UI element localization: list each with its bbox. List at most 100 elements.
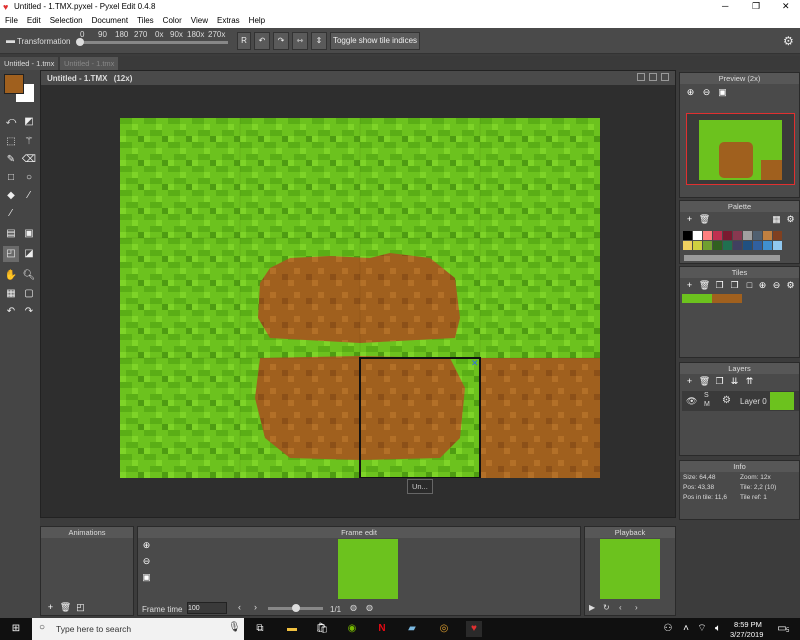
toggle-tile-indices-button[interactable]: Toggle show tile indices	[330, 32, 420, 50]
menu-document[interactable]: Document	[87, 14, 132, 25]
palette-swatch[interactable]	[743, 241, 752, 250]
tile-place-icon[interactable]: ▤	[3, 226, 19, 242]
frame-time-input[interactable]	[187, 602, 227, 614]
clock-time[interactable]: 8:59 PM	[734, 620, 762, 629]
palette-swatch[interactable]	[733, 241, 742, 250]
palette-settings-icon[interactable]: ⚙	[784, 213, 797, 226]
fill-bucket-icon[interactable]: ◆	[3, 188, 19, 204]
tile-grass[interactable]	[682, 294, 712, 303]
palette-scrollbar[interactable]	[684, 255, 780, 261]
frame-zoom-out-icon[interactable]: ⊖	[140, 555, 153, 568]
settings-gear-icon[interactable]: ⚙	[783, 34, 794, 48]
palette-swatch[interactable]	[683, 231, 692, 240]
palette-swatch[interactable]	[693, 241, 702, 250]
playback-next-icon[interactable]: ›	[635, 603, 638, 612]
prev-frame-icon[interactable]: ‹	[238, 602, 241, 612]
add-color-icon[interactable]: +	[683, 213, 696, 226]
palette-swatch[interactable]	[703, 241, 712, 250]
rotate-cw-icon[interactable]: ↷	[273, 32, 289, 50]
minimize-icon[interactable]: ─	[722, 1, 728, 11]
duplicate-layer-icon[interactable]: ❐	[713, 375, 726, 388]
next-frame-icon[interactable]: ›	[254, 602, 257, 612]
palette-swatch[interactable]	[743, 231, 752, 240]
menu-tiles[interactable]: Tiles	[132, 14, 158, 25]
tray-chevron-icon[interactable]: ˄	[678, 621, 694, 637]
palette-swatch[interactable]	[713, 241, 722, 250]
menu-file[interactable]: File	[0, 14, 22, 25]
palette-options-icon[interactable]: ▦	[770, 213, 783, 226]
rotation-slider-thumb[interactable]	[76, 38, 84, 46]
duplicate-tile-icon[interactable]: ❐	[713, 279, 726, 292]
pyxel-edit-taskbar-icon[interactable]: ♥	[466, 621, 482, 637]
doc-minimize-icon[interactable]	[637, 73, 645, 81]
palette-swatch[interactable]	[763, 241, 772, 250]
tilemap-canvas[interactable]: ✕	[120, 118, 600, 478]
copy-tile-icon[interactable]: ❐	[728, 279, 741, 292]
play-icon[interactable]: ▶	[589, 603, 595, 612]
tiles-zoom-in-icon[interactable]: ⊕	[756, 279, 769, 292]
rotation-slider-track[interactable]	[78, 41, 228, 44]
tile-frame-icon[interactable]: □	[743, 279, 756, 292]
tile-dirt[interactable]	[712, 294, 742, 303]
tile-stamp-icon[interactable]: ▣	[21, 226, 37, 242]
volume-icon[interactable]: 🔈︎	[710, 621, 726, 637]
notes-icon[interactable]: ▰	[404, 621, 420, 637]
fit-screen-icon[interactable]: ▢	[21, 286, 37, 302]
frame-fit-icon[interactable]: ▣	[140, 571, 153, 584]
pencil-tool-icon[interactable]: ✎	[3, 152, 19, 168]
menu-extras[interactable]: Extras	[212, 14, 244, 25]
tiles-settings-icon[interactable]: ⚙	[784, 279, 797, 292]
frame-zoom-in-icon[interactable]: ⊕	[140, 539, 153, 552]
ellipse-tool-icon[interactable]: ○	[21, 170, 37, 186]
menu-color[interactable]: Color	[158, 14, 186, 25]
eraser-tool-icon[interactable]: ⌫	[21, 152, 37, 168]
tab-document-active[interactable]: Untitled - 1.tmx	[0, 57, 59, 70]
layer-up-icon[interactable]: ⇈	[743, 375, 756, 388]
animation-select-icon[interactable]: ◰	[74, 601, 87, 614]
tile-pick-icon[interactable]: ◪	[21, 246, 37, 262]
tiles-zoom-out-icon[interactable]: ⊖	[770, 279, 783, 292]
doc-close-icon[interactable]	[661, 73, 669, 81]
color-picker-icon[interactable]: ⁄	[21, 188, 37, 204]
frame-slider-thumb[interactable]	[292, 604, 300, 612]
rectangle-tool-icon[interactable]: □	[3, 170, 19, 186]
palette-swatch[interactable]	[703, 231, 712, 240]
delete-tile-icon[interactable]: 🗑︎	[698, 279, 711, 292]
delete-layer-icon[interactable]: 🗑︎	[698, 375, 711, 388]
doc-maximize-icon[interactable]	[649, 73, 657, 81]
flip-vertical-icon[interactable]: ⇕	[311, 32, 327, 50]
delete-animation-icon[interactable]: 🗑︎	[59, 601, 72, 614]
tile-select-icon[interactable]: ◰	[3, 246, 19, 262]
palette-swatch[interactable]	[773, 231, 782, 240]
layer-mute-icon[interactable]: M	[704, 401, 710, 408]
windows-start-icon[interactable]: ⊞	[8, 621, 24, 637]
palette-swatch[interactable]	[773, 241, 782, 250]
reset-button[interactable]: R	[237, 32, 251, 50]
eyedropper-icon[interactable]: ⁄	[3, 206, 19, 222]
add-tile-icon[interactable]: +	[683, 279, 696, 292]
redo-icon[interactable]: ↷	[21, 304, 37, 320]
zoom-in-icon[interactable]: ⊕	[684, 86, 697, 99]
maximize-icon[interactable]: ❐	[752, 1, 760, 12]
menu-help[interactable]: Help	[244, 14, 269, 25]
palette-swatch[interactable]	[733, 231, 742, 240]
nvidia-icon[interactable]: ◉	[344, 621, 360, 637]
onion-skin-icon[interactable]: ◍	[350, 603, 357, 612]
delete-color-icon[interactable]: 🗑︎	[698, 213, 711, 226]
store-icon[interactable]: 🛍︎	[314, 621, 330, 637]
microphone-icon[interactable]: 🎙︎	[228, 622, 241, 633]
palette-swatch[interactable]	[683, 241, 692, 250]
undo-icon[interactable]: ↶	[3, 304, 19, 320]
frame-icon[interactable]: ▦	[3, 286, 19, 302]
menu-edit[interactable]: Edit	[22, 14, 45, 25]
preview-viewport[interactable]	[686, 113, 795, 185]
layer-settings-icon[interactable]: ⚙	[722, 395, 731, 406]
chrome-icon[interactable]: ◎	[436, 621, 452, 637]
network-icon[interactable]: ⌔	[694, 621, 710, 637]
layer-row[interactable]: 👁︎ S M ⚙ Layer 0	[682, 391, 799, 411]
fit-icon[interactable]: ▣	[716, 86, 729, 99]
merge-layer-icon[interactable]: ⇊	[728, 375, 741, 388]
task-view-icon[interactable]: ⧉	[252, 621, 268, 637]
palette-swatch[interactable]	[763, 231, 772, 240]
menu-view[interactable]: View	[186, 14, 212, 25]
